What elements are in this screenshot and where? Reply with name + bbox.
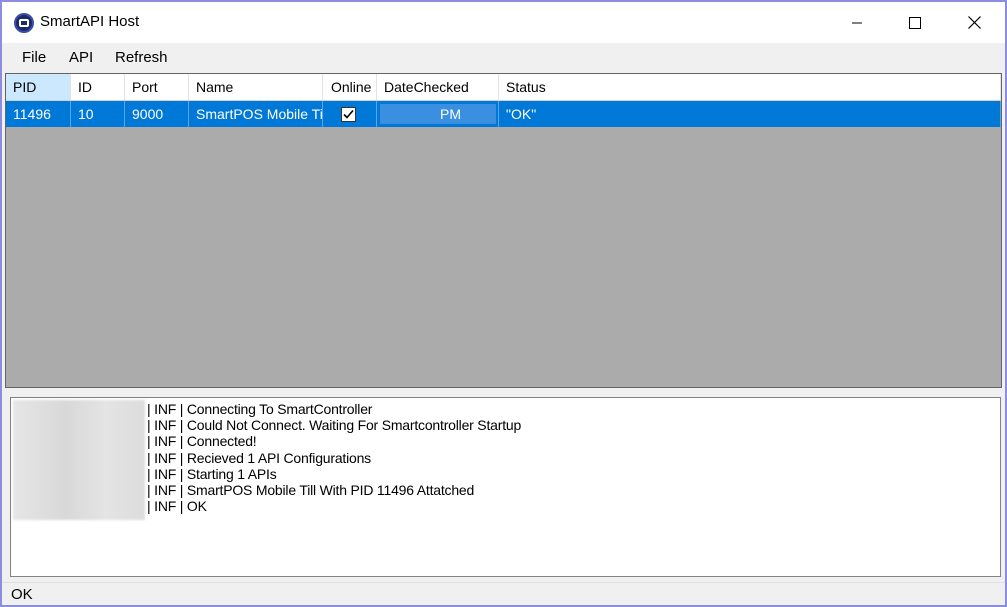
main-window: SmartAPI Host File API Refresh PID ID Po… [0, 0, 1007, 607]
online-checkbox[interactable] [341, 106, 356, 122]
grid-header: PID ID Port Name Online DateChecked Stat… [6, 74, 1001, 101]
cell-status[interactable]: "OK" [499, 101, 1001, 127]
menu-file[interactable]: File [22, 49, 46, 66]
minimize-icon [852, 22, 862, 23]
column-header-port[interactable]: Port [125, 74, 189, 100]
log-line: | INF | Recieved 1 API Configurations [147, 449, 371, 466]
redacted-timestamps [13, 400, 145, 520]
app-icon [14, 13, 34, 33]
cell-name[interactable]: SmartPOS Mobile Till [189, 101, 323, 127]
menu-bar: File API Refresh [2, 43, 1005, 73]
log-line: | INF | OK [147, 498, 207, 515]
maximize-button[interactable] [886, 2, 944, 43]
minimize-button[interactable] [828, 2, 886, 43]
cell-online[interactable] [323, 101, 377, 127]
log-textbox[interactable]: | INF | Connecting To SmartController | … [10, 397, 1001, 577]
table-row[interactable]: 11496 10 9000 SmartPOS Mobile Till PM "O… [6, 101, 1001, 127]
log-lines: | INF | Connecting To SmartController | … [147, 401, 521, 514]
log-line: | INF | Could Not Connect. Waiting For S… [147, 417, 522, 434]
log-line: | INF | Starting 1 APIs [147, 465, 277, 482]
cell-port[interactable]: 9000 [125, 101, 189, 127]
column-header-online[interactable]: Online [323, 74, 377, 100]
log-line: | INF | Connected! [147, 433, 257, 450]
log-line: | INF | SmartPOS Mobile Till With PID 11… [147, 482, 475, 499]
column-header-id[interactable]: ID [71, 74, 125, 100]
menu-refresh[interactable]: Refresh [115, 49, 168, 66]
log-line: | INF | Connecting To SmartController [147, 401, 373, 417]
cell-pid[interactable]: 11496 [6, 101, 71, 127]
column-header-name[interactable]: Name [189, 74, 323, 100]
title-bar[interactable]: SmartAPI Host [2, 2, 1005, 43]
status-bar: OK [2, 582, 1005, 605]
window-title: SmartAPI Host [40, 13, 140, 30]
api-grid[interactable]: PID ID Port Name Online DateChecked Stat… [5, 73, 1002, 388]
close-icon [967, 16, 981, 29]
close-button[interactable] [945, 2, 1003, 43]
column-header-status[interactable]: Status [499, 74, 1001, 100]
column-header-datechecked[interactable]: DateChecked [377, 74, 499, 100]
status-text: OK [11, 586, 33, 603]
column-header-pid[interactable]: PID [6, 74, 71, 100]
maximize-icon [909, 16, 921, 29]
menu-api[interactable]: API [69, 49, 93, 66]
check-icon [343, 109, 354, 119]
cell-datechecked[interactable]: PM [377, 101, 499, 127]
cell-id[interactable]: 10 [71, 101, 125, 127]
datechecked-value: PM [440, 106, 461, 122]
